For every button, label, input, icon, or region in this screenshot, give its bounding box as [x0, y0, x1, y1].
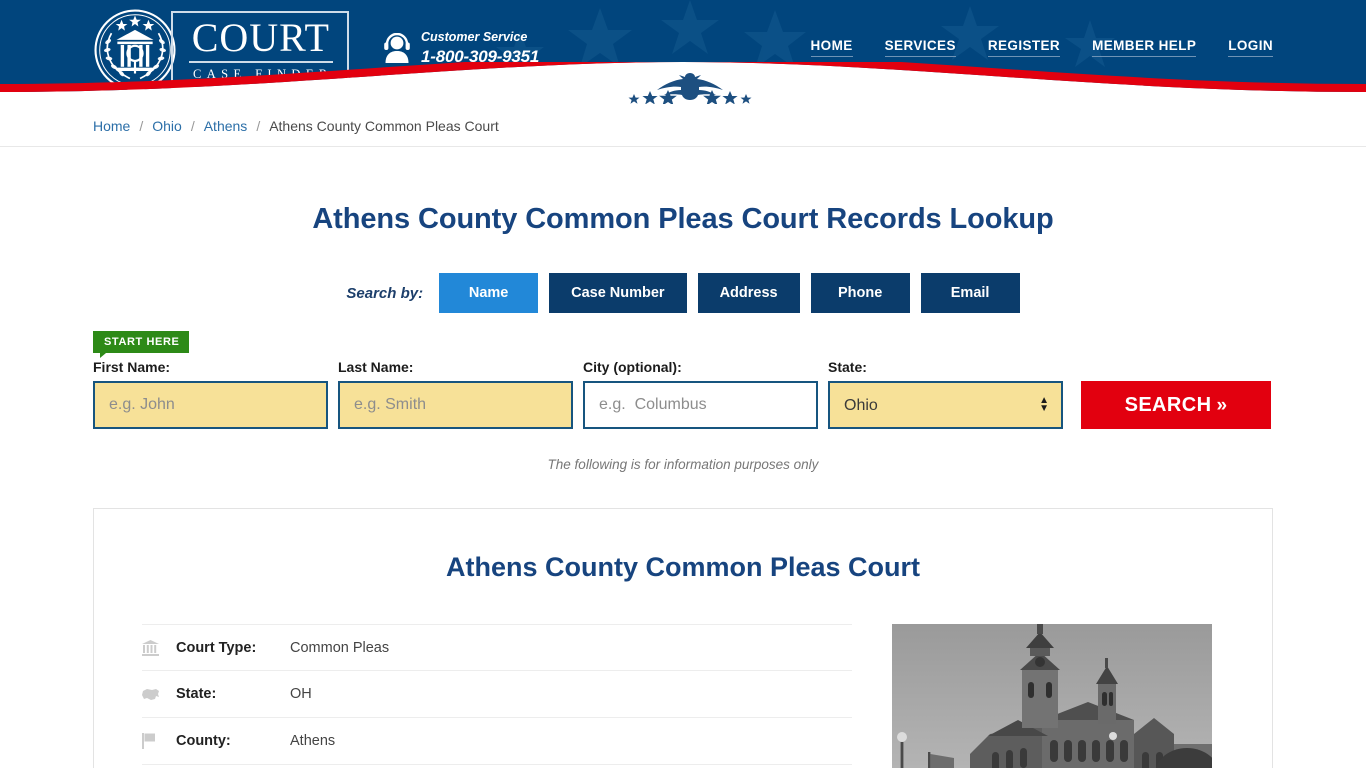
field-state: State: Ohio ▲ ▼: [828, 359, 1063, 429]
flag-icon: [142, 733, 176, 749]
search-by-tabs: Search by: Name Case Number Address Phon…: [0, 273, 1366, 313]
court-detail-card: Athens County Common Pleas Court Court T…: [93, 508, 1273, 768]
table-row: County: Athens: [142, 718, 852, 765]
first-name-label: First Name:: [93, 359, 171, 375]
search-button[interactable]: SEARCH»: [1081, 381, 1271, 429]
customer-service-label: Customer Service: [421, 30, 528, 44]
first-name-input[interactable]: [93, 381, 328, 429]
field-first-name: First Name:: [93, 359, 328, 429]
court-title: Athens County Common Pleas Court: [445, 552, 921, 582]
logo-word: COURT: [189, 17, 333, 63]
table-row: State: OH: [142, 671, 852, 718]
detail-value: Athens: [290, 733, 336, 749]
start-here-badge: START HERE: [93, 331, 190, 358]
field-last-name: Last Name:: [338, 359, 573, 429]
breadcrumb-item-ohio[interactable]: Ohio: [152, 118, 182, 134]
search-by-label: Search by:: [346, 284, 424, 302]
chevron-double-right-icon: »: [1216, 394, 1228, 416]
tab-phone[interactable]: Phone: [810, 273, 910, 313]
state-select[interactable]: Ohio: [828, 381, 1063, 429]
breadcrumb-item-current: Athens County Common Pleas Court: [269, 117, 499, 134]
breadcrumb-item-athens[interactable]: Athens: [204, 118, 248, 134]
search-form: START HERE First Name: Last Name: City (…: [93, 331, 1273, 429]
detail-value: Common Pleas: [290, 639, 390, 656]
tab-name[interactable]: Name: [439, 273, 539, 313]
breadcrumb-item-home[interactable]: Home: [93, 118, 130, 134]
table-row: Court Type: Common Pleas: [142, 624, 852, 671]
eagle-emblem-icon: [628, 73, 752, 104]
field-city: City (optional):: [583, 359, 818, 429]
detail-label: State:: [176, 686, 217, 702]
page-title: Athens County Common Pleas Court Records…: [312, 203, 1054, 235]
last-name-label: Last Name:: [338, 359, 414, 375]
breadcrumb-separator: /: [256, 117, 261, 134]
nav-item-services[interactable]: SERVICES: [884, 38, 956, 57]
search-button-label: SEARCH: [1124, 393, 1212, 416]
breadcrumb: Home / Ohio / Athens / Athens County Com…: [93, 104, 1273, 147]
detail-value: OH: [290, 686, 312, 702]
us-map-icon: [142, 688, 176, 701]
bank-building-icon: [142, 639, 176, 656]
court-detail-list: Court Type: Common Pleas State: OH Count…: [142, 624, 852, 768]
breadcrumb-separator: /: [190, 117, 195, 134]
detail-label: Court Type:: [176, 639, 257, 656]
city-input[interactable]: [583, 381, 818, 429]
last-name-input[interactable]: [338, 381, 573, 429]
site-header: COURT CASE FINDER Customer Service 1-800…: [0, 0, 1366, 104]
courthouse-photo: [892, 624, 1212, 768]
disclaimer-text: The following is for information purpose…: [547, 457, 819, 472]
tab-case-number[interactable]: Case Number: [549, 273, 687, 313]
tab-address[interactable]: Address: [697, 273, 800, 313]
nav-item-register[interactable]: REGISTER: [987, 38, 1061, 57]
main-navigation: HOME SERVICES REGISTER MEMBER HELP LOGIN: [810, 38, 1273, 57]
nav-item-login[interactable]: LOGIN: [1228, 38, 1273, 57]
detail-label: County:: [176, 733, 231, 749]
city-label: City (optional):: [583, 359, 682, 375]
nav-item-member-help[interactable]: MEMBER HELP: [1092, 38, 1197, 57]
breadcrumb-separator: /: [139, 117, 144, 134]
breadcrumb-bar: Home / Ohio / Athens / Athens County Com…: [0, 104, 1366, 147]
nav-item-home[interactable]: HOME: [810, 38, 853, 57]
headset-support-icon: [384, 33, 410, 64]
state-label: State:: [828, 359, 867, 375]
tab-email[interactable]: Email: [920, 273, 1020, 313]
